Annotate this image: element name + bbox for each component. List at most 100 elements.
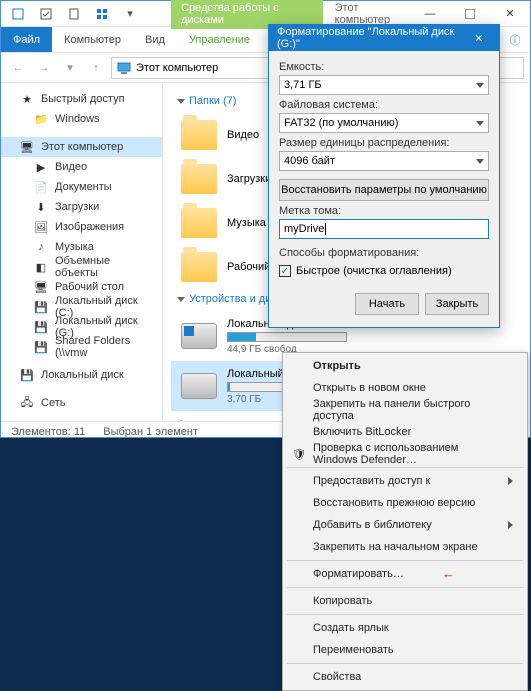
nav-quick-access[interactable]: ★Быстрый доступ [1, 89, 162, 109]
minimize-button[interactable]: — [410, 1, 450, 27]
start-button[interactable]: Начать [355, 293, 419, 315]
desktop-icon: 🖥 [33, 279, 49, 295]
ctx-pin-quick[interactable]: Закрепить на панели быстрого доступа [285, 399, 525, 421]
drive-icon: 💾 [33, 319, 49, 335]
help-icon[interactable]: ⓘ [500, 27, 530, 52]
nav-history-icon[interactable]: ▾ [59, 57, 81, 79]
capacity-label: Емкость: [279, 61, 489, 73]
ctx-open[interactable]: Открыть [285, 355, 525, 377]
nav-3d-objects[interactable]: ◧Объемные объекты [1, 257, 162, 277]
close-button[interactable]: ✕ [490, 1, 530, 27]
nav-up-icon[interactable]: ↑ [85, 57, 107, 79]
selection-status: Выбран 1 элемент [103, 426, 198, 438]
separator [287, 587, 523, 588]
ctx-pin-start[interactable]: Закрепить на начальном экране [285, 536, 525, 558]
star-icon: ★ [19, 91, 35, 107]
qat-properties-icon[interactable] [63, 3, 85, 25]
nav-downloads[interactable]: ⬇Загрузки [1, 197, 162, 217]
folder-icon [181, 164, 217, 194]
restore-defaults-button[interactable]: Восстановить параметры по умолчанию [279, 179, 489, 201]
separator [287, 467, 523, 468]
close-button[interactable]: Закрыть [425, 293, 489, 315]
file-tab[interactable]: Файл [1, 27, 52, 52]
ctx-share[interactable]: Предоставить доступ к [285, 470, 525, 492]
drive-icon [181, 323, 217, 349]
folder-icon: 📁 [33, 111, 49, 127]
navigation-pane: ★Быстрый доступ 📁Windows 🖥Этот компьютер… [1, 83, 163, 421]
pc-icon [116, 60, 132, 76]
nav-back-icon[interactable]: ← [7, 57, 29, 79]
window-title: Этот компьютер [335, 2, 410, 26]
manage-tab[interactable]: Управление [177, 27, 262, 52]
drive-capacity-bar [227, 332, 347, 342]
volume-label-input[interactable]: myDrive [279, 219, 489, 239]
capacity-select[interactable]: 3,71 ГБ [279, 75, 489, 95]
pc-icon: 🖥 [19, 139, 35, 155]
ctx-restore-version[interactable]: Восстановить прежнюю версию [285, 492, 525, 514]
context-menu: Открыть Открыть в новом окне Закрепить н… [282, 352, 528, 691]
quick-format-checkbox[interactable]: ✓ Быстрое (очистка оглавления) [279, 265, 489, 277]
dialog-close-button[interactable]: ✕ [467, 25, 491, 51]
ctx-add-library[interactable]: Добавить в библиотеку [285, 514, 525, 536]
separator [287, 663, 523, 664]
drive-icon: 💾 [19, 367, 35, 383]
arrow-annotation-icon: ← [442, 566, 455, 581]
separator [287, 614, 523, 615]
qat-checkbox-icon[interactable] [35, 3, 57, 25]
nav-videos[interactable]: ▶Видео [1, 157, 162, 177]
music-icon: ♪ [33, 239, 49, 255]
filesystem-select[interactable]: FAT32 (по умолчанию) [279, 113, 489, 133]
network-icon: 🖧 [19, 395, 35, 411]
ctx-properties[interactable]: Свойства [285, 666, 525, 688]
item-count: Элементов: 11 [11, 426, 85, 438]
ctx-defender[interactable]: 🛡Проверка с использованием Windows Defen… [285, 443, 525, 465]
picture-icon: 🖼 [33, 219, 49, 235]
qat-dropdown-icon[interactable]: ▾ [119, 3, 141, 25]
breadcrumb-text: Этот компьютер [136, 62, 218, 74]
dialog-title: Форматирование "Локальный диск (G:)" [277, 26, 467, 50]
format-dialog: Форматирование "Локальный диск (G:)" ✕ Е… [268, 24, 500, 328]
checkbox-icon: ✓ [279, 265, 291, 277]
volume-label-label: Метка тома: [279, 205, 489, 217]
separator [287, 560, 523, 561]
download-icon: ⬇ [33, 199, 49, 215]
nav-windows[interactable]: 📁Windows [1, 109, 162, 129]
folder-icon [181, 252, 217, 282]
folder-icon [181, 208, 217, 238]
ctx-format[interactable]: Форматировать…← [285, 563, 525, 585]
nav-drive-g[interactable]: 💾Локальный диск (G:) [1, 317, 162, 337]
nav-this-pc[interactable]: 🖥Этот компьютер [1, 137, 162, 157]
nav-desktop[interactable]: 🖥Рабочий стол [1, 277, 162, 297]
ctx-bitlocker[interactable]: Включить BitLocker [285, 421, 525, 443]
ctx-rename[interactable]: Переименовать [285, 639, 525, 661]
cube-icon: ◧ [33, 259, 49, 275]
nav-music[interactable]: ♪Музыка [1, 237, 162, 257]
filesystem-label: Файловая система: [279, 99, 489, 111]
qat-back-icon[interactable] [7, 3, 29, 25]
nav-local-disk[interactable]: 💾Локальный диск [1, 365, 162, 385]
ctx-create-shortcut[interactable]: Создать ярлык [285, 617, 525, 639]
nav-pictures[interactable]: 🖼Изображения [1, 217, 162, 237]
computer-tab[interactable]: Компьютер [52, 27, 133, 52]
nav-forward-icon[interactable]: → [33, 57, 55, 79]
shield-icon: 🛡 [291, 446, 307, 462]
nav-documents[interactable]: 📄Документы [1, 177, 162, 197]
maximize-button[interactable] [450, 1, 490, 27]
allocation-label: Размер единицы распределения: [279, 137, 489, 149]
allocation-select[interactable]: 4096 байт [279, 151, 489, 171]
nav-drive-c[interactable]: 💾Локальный диск (C:) [1, 297, 162, 317]
nav-shared[interactable]: 💾Shared Folders (\\vmw [1, 337, 162, 357]
document-icon: 📄 [33, 179, 49, 195]
folder-icon [181, 120, 217, 150]
ctx-copy[interactable]: Копировать [285, 590, 525, 612]
nav-network[interactable]: 🖧Сеть [1, 393, 162, 413]
dialog-titlebar[interactable]: Форматирование "Локальный диск (G:)" ✕ [269, 25, 499, 51]
format-methods-label: Способы форматирования: [279, 247, 489, 259]
ctx-open-new-window[interactable]: Открыть в новом окне [285, 377, 525, 399]
drive-icon: 💾 [33, 299, 49, 315]
qat-tiles-icon[interactable] [91, 3, 113, 25]
video-icon: ▶ [33, 159, 49, 175]
drive-icon [181, 373, 217, 399]
view-tab[interactable]: Вид [133, 27, 177, 52]
network-drive-icon: 💾 [33, 339, 49, 355]
